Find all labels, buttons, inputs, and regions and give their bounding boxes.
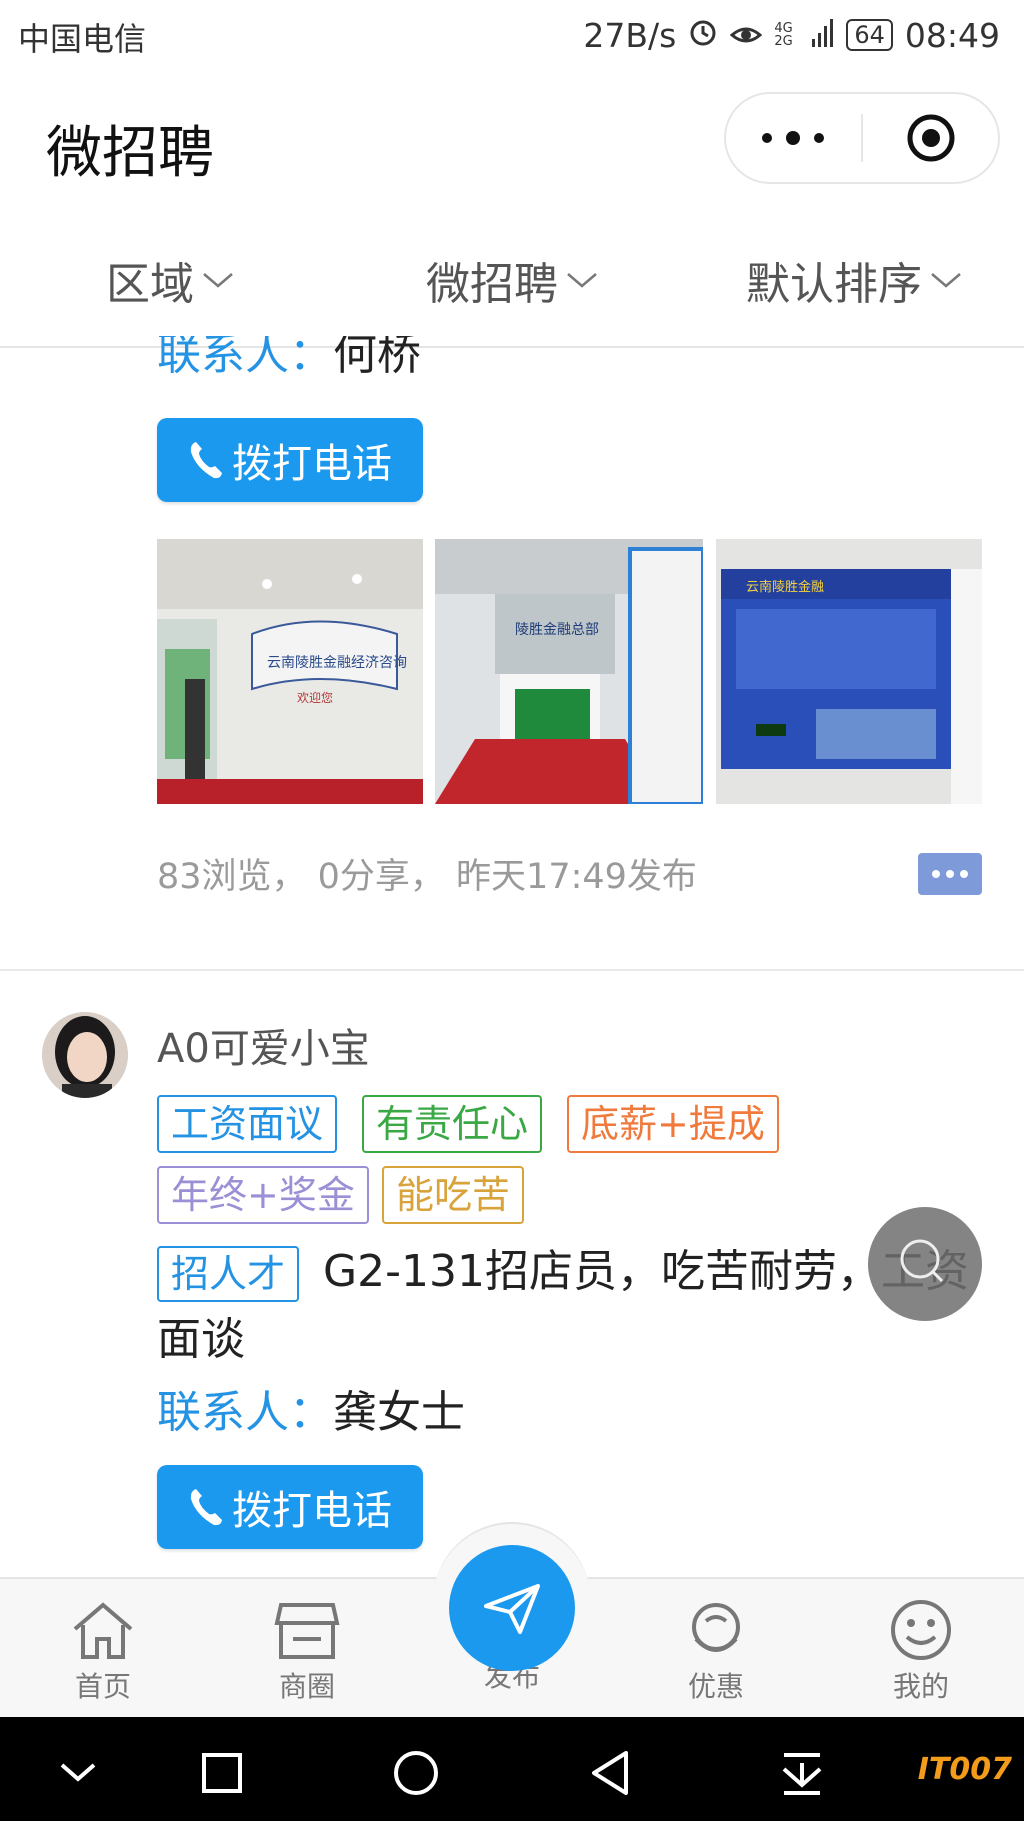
close-mini-program-button[interactable]: [864, 94, 998, 182]
avatar[interactable]: [42, 1012, 128, 1098]
svg-text:陵胜金融总部: 陵胜金融总部: [515, 622, 599, 638]
more-menu-button[interactable]: [726, 94, 860, 182]
reception-photo-image: 陵胜金融总部: [435, 539, 703, 804]
nav-label: 商圈: [278, 1670, 335, 1703]
filter-bar: 区域 微招聘 默认排序: [0, 202, 1024, 348]
more-dots-icon-right: [814, 133, 824, 143]
coupon-icon: [692, 1603, 740, 1652]
chevron-down-icon: [203, 273, 233, 288]
home-button[interactable]: [386, 1743, 446, 1803]
call-button[interactable]: 拨打电话: [157, 1465, 423, 1549]
eye-icon: [730, 16, 763, 55]
mini-program-capsule: [724, 92, 1000, 184]
carrier-name: 中国电信: [18, 20, 147, 58]
battery-icon: 64: [846, 19, 893, 51]
status-indicators: 27B/s 4G 2G 64 08:49: [583, 12, 1000, 58]
circle-icon: [394, 1751, 438, 1795]
contact-name: 何桥: [333, 336, 421, 380]
filter-category[interactable]: 微招聘: [426, 248, 598, 312]
poster-photo-image: 云南陵胜金融: [716, 539, 982, 804]
nav-home[interactable]: 首页: [33, 1599, 173, 1705]
pull-down-icon: [782, 1753, 822, 1795]
search-icon: [900, 1239, 944, 1283]
signal-icon: [812, 16, 834, 55]
filter-label: 微招聘: [426, 259, 558, 310]
system-nav-bar: [0, 1717, 1024, 1821]
tag-salary: 工资面议: [157, 1095, 338, 1153]
shop-icon: [274, 1603, 340, 1659]
hide-nav-button[interactable]: [48, 1743, 108, 1803]
contact-name: 龚女士: [333, 1387, 465, 1438]
chevron-down-icon: [60, 1763, 96, 1782]
divider: [0, 969, 1024, 971]
post2-contact: 联系人：龚女士: [157, 1376, 465, 1440]
notification-pull-button[interactable]: [772, 1743, 832, 1803]
net-speed: 27B/s: [583, 15, 677, 55]
page-title: 微招聘: [46, 121, 214, 186]
nav-label: 我的: [892, 1670, 949, 1703]
post-content: 招人才 G2-131招店员，吃苦耐劳，工资面谈: [157, 1238, 977, 1374]
title-bar: 微招聘: [0, 72, 1024, 202]
svg-text:云南陵胜金融: 云南陵胜金融: [746, 579, 824, 595]
filter-sort[interactable]: 默认排序: [746, 248, 962, 312]
contact-label: 联系人：: [157, 336, 333, 380]
post-photo[interactable]: 云南陵胜金融: [716, 539, 982, 804]
watermark-logo: IT007: [917, 1752, 1012, 1787]
more-dots-icon-center: [786, 131, 800, 145]
post1-contact: 联系人：何桥: [157, 336, 657, 384]
send-icon: [484, 1584, 540, 1634]
back-button[interactable]: [580, 1743, 640, 1803]
filter-label: 区域: [106, 259, 194, 310]
recents-button[interactable]: [192, 1743, 252, 1803]
more-dots-icon: [762, 133, 772, 143]
more-icon-dot: [960, 870, 968, 878]
user-avatar-image: [42, 1012, 128, 1098]
nav-mine[interactable]: 我的: [851, 1599, 991, 1705]
tag-hardworking: 能吃苦: [382, 1166, 525, 1224]
post-photo[interactable]: 云南陵胜金融经济咨询 欢迎您: [157, 539, 423, 804]
call-button-label: 拨打电话: [232, 1488, 392, 1534]
office-photo-image: 云南陵胜金融经济咨询 欢迎您: [157, 539, 423, 804]
post-stats: 83浏览， 0分享， 昨天17:49发布: [157, 857, 697, 897]
home-icon: [73, 1602, 133, 1659]
username[interactable]: A0可爱小宝: [157, 1016, 370, 1074]
smile-icon: [891, 1600, 951, 1660]
filter-label: 默认排序: [746, 259, 922, 310]
call-button[interactable]: 拨打电话: [157, 418, 423, 502]
more-icon: [932, 870, 940, 878]
alarm-icon: [688, 16, 718, 55]
nav-shop[interactable]: 商圈: [237, 1599, 377, 1705]
nav-label: 首页: [74, 1670, 131, 1703]
back-triangle-icon: [592, 1751, 628, 1795]
publish-button[interactable]: [449, 1545, 575, 1671]
chevron-down-icon: [567, 273, 597, 288]
clock: 08:49: [904, 15, 1000, 55]
nav-label: 优惠: [687, 1670, 744, 1703]
target-icon: [907, 114, 955, 162]
nav-coupon[interactable]: 优惠: [646, 1599, 786, 1705]
svg-text:欢迎您: 欢迎您: [297, 690, 333, 705]
svg-text:云南陵胜金融经济咨询: 云南陵胜金融经济咨询: [267, 655, 407, 671]
chevron-down-icon: [931, 273, 961, 288]
phone-icon: [190, 442, 222, 479]
floating-assist-button[interactable]: [868, 1207, 982, 1321]
call-button-label: 拨打电话: [232, 441, 392, 487]
square-icon: [202, 1753, 242, 1793]
more-icon-dot: [946, 870, 954, 878]
contact-label: 联系人：: [157, 1387, 333, 1438]
post-type-tag: 招人才: [157, 1246, 300, 1302]
post-photo[interactable]: 陵胜金融总部: [435, 539, 703, 804]
status-bar: 中国电信 27B/s 4G 2G 64 08:49: [0, 0, 1024, 72]
capsule-divider: [861, 114, 863, 162]
tag-bonus: 年终+奖金: [157, 1166, 369, 1224]
tag-commission: 底薪+提成: [567, 1095, 779, 1153]
filter-region[interactable]: 区域: [106, 248, 234, 312]
phone-icon: [190, 1489, 222, 1526]
tag-responsible: 有责任心: [362, 1095, 543, 1153]
network-type: 4G 2G: [774, 21, 793, 49]
comment-more-button[interactable]: [918, 853, 982, 895]
